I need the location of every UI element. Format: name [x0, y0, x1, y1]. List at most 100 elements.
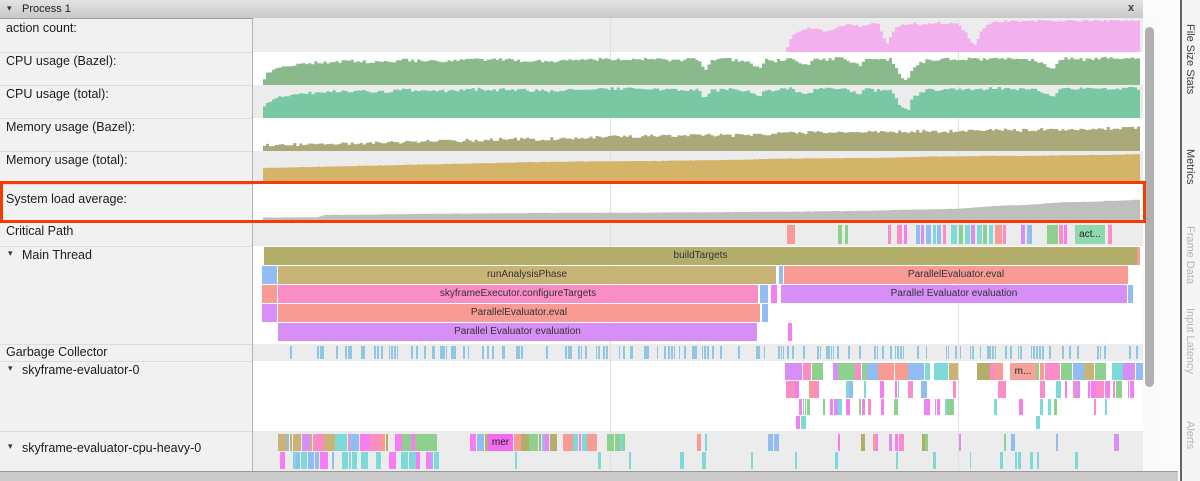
trace-slice [380, 434, 385, 451]
trace-slice [894, 399, 898, 415]
trace-span[interactable]: buildTargets [264, 247, 1137, 265]
metric-chart-cpu-bazel [263, 53, 1140, 85]
sidebar-item-main-thread[interactable]: Main Thread [22, 248, 92, 262]
trace-slice [468, 346, 470, 359]
trace-slice [738, 346, 740, 359]
collapse-arrow-icon[interactable]: ▾ [8, 248, 13, 259]
trace-span[interactable] [788, 323, 792, 341]
trace-slice [342, 452, 348, 469]
trace-slice [684, 346, 686, 359]
trace-slice [607, 434, 615, 451]
collapse-arrow-icon[interactable]: ▾ [7, 3, 12, 14]
tab-metrics[interactable]: Metrics [1184, 149, 1196, 184]
trace-slice [290, 434, 292, 451]
tab-alerts[interactable]: Alerts [1184, 421, 1196, 449]
trace-slice [1020, 346, 1022, 359]
critical-path-tick [904, 225, 907, 244]
trace-slice [1073, 363, 1084, 380]
trace-slice [679, 346, 681, 359]
trace-slice [573, 434, 578, 451]
critical-path-tick [971, 225, 975, 244]
trace-span[interactable] [262, 266, 277, 284]
collapse-arrow-icon[interactable]: ▾ [8, 363, 13, 374]
sidebar-item-mem-bazel[interactable]: Memory usage (Bazel): [6, 120, 135, 134]
horizontal-scrollbar[interactable] [0, 471, 1178, 481]
trace-slice [995, 346, 997, 359]
tab-file-size-stats[interactable]: File Size Stats [1184, 24, 1196, 94]
trace-span-labeled[interactable]: mer [488, 434, 513, 451]
trace-slice [409, 452, 416, 469]
trace-span[interactable]: Parallel Evaluator evaluation [278, 323, 757, 341]
trace-slice [1061, 363, 1072, 380]
trace-span[interactable] [262, 304, 277, 322]
trace-slice [280, 452, 285, 469]
trace-slice [585, 346, 586, 359]
trace-slice [861, 434, 865, 451]
collapse-arrow-icon[interactable]: ▾ [8, 441, 13, 452]
trace-span[interactable]: runAnalysisPhase [278, 266, 776, 284]
trace-span[interactable]: ParallelEvaluator.eval [278, 304, 760, 322]
trace-slice [1105, 399, 1107, 415]
row-separator [0, 246, 252, 247]
vertical-scrollbar[interactable] [1143, 19, 1157, 471]
sidebar-item-sysload[interactable]: System load average: [6, 192, 127, 206]
trace-slice [402, 434, 411, 451]
timeline-area[interactable]: act... buildTargetsrunAnalysisPhase Parall… [253, 0, 1143, 471]
trace-span[interactable] [1137, 247, 1140, 265]
critical-path-action-box[interactable]: act... [1075, 225, 1105, 244]
trace-span[interactable]: ParallelEvaluator.eval [784, 266, 1128, 284]
trace-slice [1019, 399, 1023, 415]
trace-slice [977, 363, 990, 380]
right-gutter [1157, 0, 1180, 481]
trace-slice [546, 346, 548, 359]
trace-slice [386, 434, 388, 451]
trace-span[interactable] [762, 304, 768, 322]
trace-span[interactable] [1128, 285, 1133, 303]
trace-slice [369, 434, 379, 451]
trace-slice [570, 346, 572, 359]
sidebar-item-cpu-total[interactable]: CPU usage (total): [6, 87, 109, 101]
trace-slice [838, 399, 842, 415]
sidebar-item-cpu-bazel[interactable]: CPU usage (Bazel): [6, 54, 116, 68]
trace-span[interactable]: skyframeExecutor.configureTargets [278, 285, 758, 303]
sidebar-item-skyframe-evaluator-0[interactable]: skyframe-evaluator-0 [22, 363, 139, 377]
trace-slice [529, 434, 538, 451]
trace-slice [921, 381, 927, 398]
trace-slice [1091, 381, 1096, 398]
trace-span[interactable]: Parallel Evaluator evaluation [781, 285, 1127, 303]
trace-slice [809, 381, 814, 398]
sidebar-item-critical-path[interactable]: Critical Path [6, 224, 73, 238]
trace-slice [1065, 381, 1067, 398]
sidebar-item-skyframe-evaluator-cpu-heavy-0[interactable]: skyframe-evaluator-cpu-heavy-0 [22, 441, 201, 455]
trace-span[interactable] [262, 285, 277, 303]
trace-slice [581, 346, 583, 359]
trace-slice [1054, 399, 1058, 415]
tab-frame-data[interactable]: Frame Data [1184, 226, 1196, 284]
trace-slice [416, 346, 418, 359]
tab-input-latency[interactable]: Input Latency [1184, 308, 1196, 374]
trace-slice [895, 434, 898, 451]
trace-span[interactable] [760, 285, 768, 303]
right-tab-strip: File Size Stats Metrics Frame Data Input La… [1180, 0, 1200, 481]
trace-slice [598, 346, 600, 359]
trace-slice [1077, 346, 1079, 359]
trace-slice [934, 363, 948, 380]
trace-span-labeled[interactable]: m... [1010, 363, 1036, 380]
metric-chart-action-count [263, 19, 1140, 52]
metric-chart-sysload [263, 185, 1140, 222]
trace-slice [1056, 381, 1062, 398]
trace-slice [878, 363, 894, 380]
scrollbar-thumb[interactable] [1145, 27, 1154, 387]
trace-span[interactable] [779, 266, 783, 284]
trace-slice [834, 399, 838, 415]
sidebar-item-mem-total[interactable]: Memory usage (total): [6, 153, 128, 167]
tracing-window: ▾ Process 1 x act...buildTargetsrunAnaly… [0, 0, 1200, 481]
critical-path-tick [943, 225, 946, 244]
trace-slice [487, 346, 489, 359]
trace-slice [623, 346, 625, 359]
trace-slice [1005, 346, 1007, 359]
metric-chart-mem-bazel [263, 119, 1140, 151]
sidebar-item-action-count[interactable]: action count: [6, 21, 77, 35]
sidebar-item-garbage-collector[interactable]: Garbage Collector [6, 345, 107, 359]
trace-span[interactable] [771, 285, 777, 303]
